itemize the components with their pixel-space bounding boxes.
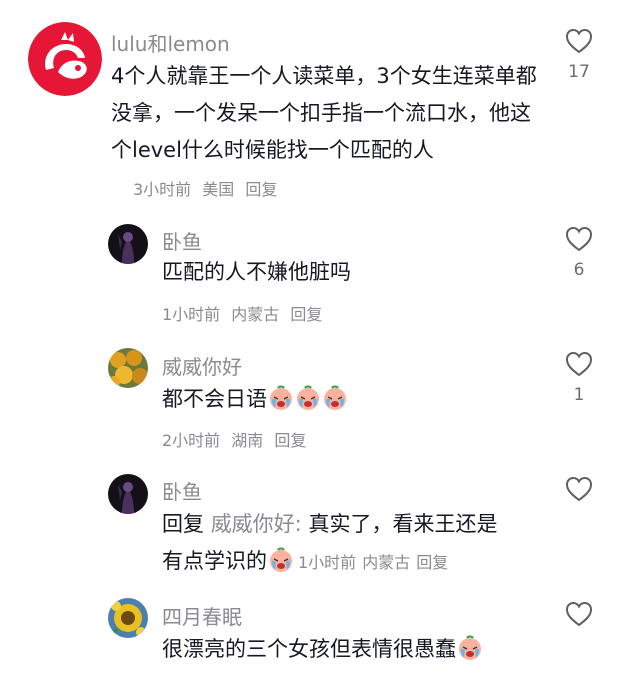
comment-time: 2小时前	[162, 431, 221, 450]
fruit-avatar-icon[interactable]	[108, 348, 148, 388]
yellow-flower-avatar-icon[interactable]	[108, 598, 148, 638]
like-count: 17	[568, 62, 590, 82]
mention-link[interactable]: 威威你好:	[211, 512, 302, 536]
dark-figure-avatar-icon[interactable]	[108, 224, 148, 264]
heart-icon	[565, 226, 593, 252]
comment-text-content: 很漂亮的三个女孩但表情很愚蠢	[162, 637, 456, 661]
comment-location: 美国	[202, 180, 235, 199]
comment-text: 匹配的人不嫌他脏吗	[162, 260, 351, 284]
comment-text: 很漂亮的三个女孩但表情很愚蠢	[162, 631, 562, 668]
comment-time: 1小时前	[298, 553, 357, 572]
comment-meta: 1小时前 内蒙古 回复	[298, 553, 454, 572]
like-button[interactable]: 6	[559, 226, 599, 280]
reply-button[interactable]: 回复	[245, 180, 277, 199]
comment-text: 4个人就靠王一个人读菜单，3个女生连菜单都没拿，一个发呆一个扣手指一个流口水，他…	[111, 64, 537, 162]
comment-time: 3小时前	[133, 180, 192, 199]
heart-icon	[565, 476, 593, 502]
comment-text-line1: 真实了，看来王还是	[308, 512, 498, 536]
comment-username[interactable]: 卧鱼	[162, 476, 202, 505]
comment-item: lulu和lemon 4个人就靠王一个人读菜单，3个女生连菜单都没拿，一个发呆一…	[0, 0, 640, 210]
comment-username[interactable]: lulu和lemon	[111, 28, 230, 57]
comment-username[interactable]: 威威你好	[162, 351, 242, 380]
comment-username[interactable]: 四月春眠	[162, 601, 242, 630]
like-button[interactable]: 1	[559, 351, 599, 405]
heart-icon	[565, 351, 593, 377]
crying-face-emoji	[297, 385, 319, 410]
like-button[interactable]	[559, 476, 599, 502]
heart-icon	[565, 601, 593, 627]
comment-text-line2: 有点学识的	[162, 549, 267, 573]
crying-face-emoji	[270, 385, 292, 410]
reply-item: 威威你好 都不会日语 2小时前 湖南 回复 1	[0, 345, 640, 455]
comment-location: 湖南	[231, 431, 264, 450]
dark-figure-avatar-icon[interactable]	[108, 474, 148, 514]
comment-text: 都不会日语	[162, 381, 542, 418]
reply-item: 卧鱼 匹配的人不嫌他脏吗 1小时前 内蒙古 回复 6	[0, 220, 640, 330]
crying-face-emoji	[270, 547, 292, 572]
like-count: 1	[573, 385, 585, 405]
comment-location: 内蒙古	[362, 553, 411, 572]
heart-icon	[565, 28, 593, 54]
reply-button[interactable]: 回复	[274, 431, 306, 450]
crying-face-emoji	[324, 385, 346, 410]
reply-prefix: 回复	[162, 512, 204, 536]
comment-time: 1小时前	[162, 305, 221, 324]
comment-location: 内蒙古	[231, 305, 280, 324]
reply-button[interactable]: 回复	[416, 553, 448, 572]
comment-text: 回复 威威你好: 真实了，看来王还是 有点学识的 1小时前 内蒙古 回复	[162, 506, 562, 581]
reply-item: 四月春眠 很漂亮的三个女孩但表情很愚蠢	[0, 595, 640, 674]
crying-face-emoji	[459, 635, 481, 660]
like-button[interactable]	[559, 601, 599, 627]
comment-text-content: 都不会日语	[162, 387, 267, 411]
comment-meta: 3小时前 美国 回复	[133, 176, 283, 200]
comment-meta: 1小时前 内蒙古 回复	[162, 301, 328, 325]
like-button[interactable]: 17	[559, 28, 599, 82]
comment-meta: 2小时前 湖南 回复	[162, 427, 312, 451]
reply-item: 卧鱼 回复 威威你好: 真实了，看来王还是 有点学识的 1小时前 内蒙古 回复	[0, 470, 640, 585]
like-count: 6	[573, 260, 585, 280]
reply-button[interactable]: 回复	[290, 305, 322, 324]
comment-username[interactable]: 卧鱼	[162, 226, 202, 255]
chick-fil-a-logo-icon[interactable]	[28, 22, 102, 96]
